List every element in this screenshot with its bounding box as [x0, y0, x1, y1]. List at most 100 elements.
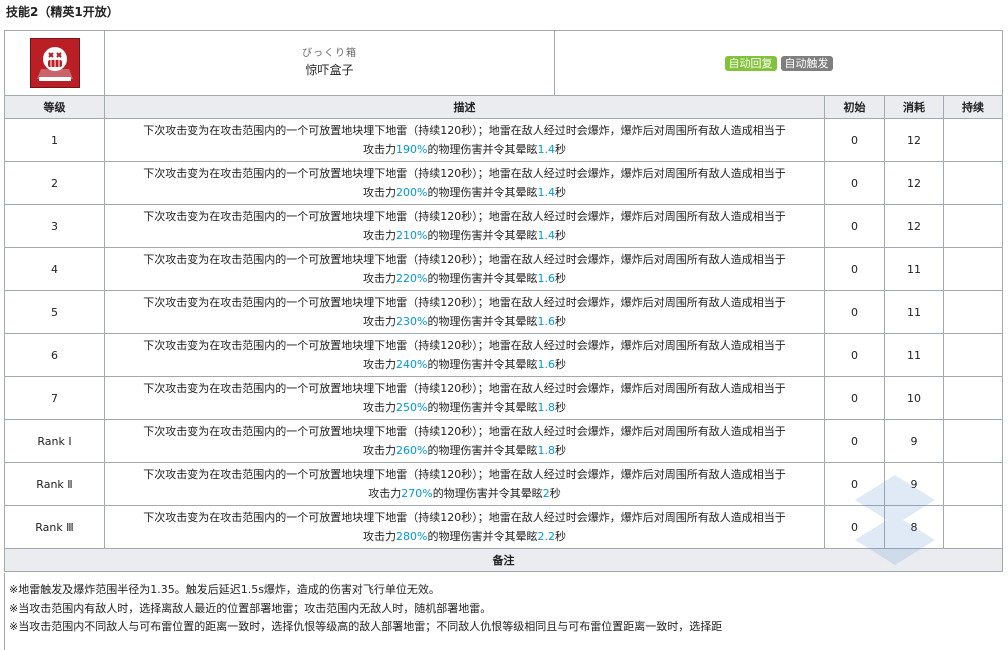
description-suffix: 秒	[549, 487, 561, 500]
level-cell: Rank Ⅰ	[4, 419, 105, 463]
atk-scale-value: 260%	[396, 444, 428, 457]
initial-sp-cell: 0	[824, 161, 885, 205]
atk-scale-value: 240%	[396, 358, 428, 371]
stun-duration-value: 1.4	[537, 143, 555, 156]
description-prefix: 攻击力	[363, 444, 397, 457]
col-level: 等级	[4, 95, 105, 119]
description-middle: 的物理伤害并令其晕眩	[427, 530, 538, 543]
atk-scale-value: 270%	[401, 487, 433, 500]
description-cell: 下次攻击变为在攻击范围内的一个可放置地块埋下地雷（持续120秒）；地雷在敌人经过…	[104, 376, 825, 420]
description-prefix: 攻击力	[363, 315, 397, 328]
stun-duration-value: 1.6	[537, 358, 555, 371]
stun-duration-value: 2.2	[537, 530, 555, 543]
initial-sp-cell: 0	[824, 419, 885, 463]
skill-name-cell: びっくり箱 惊吓盒子	[104, 30, 555, 96]
description-suffix: 秒	[554, 186, 566, 199]
description-prefix: 攻击力	[363, 186, 397, 199]
sp-cost-cell: 11	[884, 247, 944, 291]
stun-duration-value: 1.8	[537, 401, 555, 414]
sp-cost-cell: 10	[884, 376, 944, 420]
stun-duration-value: 1.8	[537, 444, 555, 457]
level-cell: 3	[4, 204, 105, 248]
initial-sp-cell: 0	[824, 204, 885, 248]
notes-block: ※地雷触发及爆炸范围半径为1.35。触发后延迟1.5s爆炸，造成的伤害对飞行单位…	[4, 573, 1002, 650]
col-duration: 持续	[943, 95, 1003, 119]
notes-header-row: 备注	[4, 548, 1003, 572]
atk-scale-value: 220%	[396, 272, 428, 285]
table-row: Rank Ⅱ 下次攻击变为在攻击范围内的一个可放置地块埋下地雷（持续120秒）；地…	[4, 462, 1003, 506]
skill-cn-name: 惊吓盒子	[305, 63, 354, 77]
description-line: 下次攻击变为在攻击范围内的一个可放置地块埋下地雷（持续120秒）；地雷在敌人经过…	[143, 124, 786, 137]
description-suffix: 秒	[554, 229, 566, 242]
description-line: 下次攻击变为在攻击范围内的一个可放置地块埋下地雷（持续120秒）；地雷在敌人经过…	[143, 167, 786, 180]
sp-cost-cell: 8	[884, 505, 944, 549]
level-cell: 4	[4, 247, 105, 291]
table-row: 2 下次攻击变为在攻击范围内的一个可放置地块埋下地雷（持续120秒）；地雷在敌人经…	[4, 161, 1003, 205]
level-cell: 1	[4, 118, 105, 162]
description-suffix: 秒	[554, 444, 566, 457]
table-row: 3 下次攻击变为在攻击范围内的一个可放置地块埋下地雷（持续120秒）；地雷在敌人经…	[4, 204, 1003, 248]
initial-sp-cell: 0	[824, 333, 885, 377]
description-line: 下次攻击变为在攻击范围内的一个可放置地块埋下地雷（持续120秒）；地雷在敌人经过…	[143, 468, 786, 481]
sp-cost-cell: 12	[884, 118, 944, 162]
sp-cost-cell: 9	[884, 419, 944, 463]
level-cell: Rank Ⅲ	[4, 505, 105, 549]
atk-scale-value: 210%	[396, 229, 428, 242]
skill-section-title: 技能2（精英1开放）	[6, 5, 119, 19]
initial-sp-cell: 0	[824, 290, 885, 334]
stun-duration-value: 2	[542, 487, 550, 500]
description-line: 下次攻击变为在攻击范围内的一个可放置地块埋下地雷（持续120秒）；地雷在敌人经过…	[143, 511, 786, 524]
initial-sp-cell: 0	[824, 376, 885, 420]
description-prefix: 攻击力	[363, 358, 397, 371]
description-line: 下次攻击变为在攻击范围内的一个可放置地块埋下地雷（持续120秒）；地雷在敌人经过…	[143, 425, 786, 438]
notes-header: 备注	[4, 548, 1003, 572]
description-cell: 下次攻击变为在攻击范围内的一个可放置地块埋下地雷（持续120秒）；地雷在敌人经过…	[104, 462, 825, 506]
note-line: ※当攻击范围内不同敌人与可布雷位置的距离一致时，选择仇恨等级高的敌人部署地雷；不…	[9, 620, 723, 633]
skill-jp-name: びっくり箱	[302, 48, 357, 59]
screaming-face-icon	[29, 38, 80, 88]
description-suffix: 秒	[554, 530, 566, 543]
initial-sp-cell: 0	[824, 118, 885, 162]
description-cell: 下次攻击变为在攻击范围内的一个可放置地块埋下地雷（持续120秒）；地雷在敌人经过…	[104, 419, 825, 463]
column-header-row: 等级 描述 初始 消耗 持续	[4, 95, 1003, 119]
skill-tags-cell: 自动回复 自动触发	[554, 30, 1003, 96]
skill-table: びっくり箱 惊吓盒子 自动回复 自动触发 等级 描述 初始 消耗 持续 1 下次攻击…	[4, 30, 1003, 572]
description-middle: 的物理伤害并令其晕眩	[427, 229, 538, 242]
table-row: 7 下次攻击变为在攻击范围内的一个可放置地块埋下地雷（持续120秒）；地雷在敌人经…	[4, 376, 1003, 420]
table-row: 5 下次攻击变为在攻击范围内的一个可放置地块埋下地雷（持续120秒）；地雷在敌人经…	[4, 290, 1003, 334]
level-cell: 5	[4, 290, 105, 334]
table-row: Rank Ⅰ 下次攻击变为在攻击范围内的一个可放置地块埋下地雷（持续120秒）；地…	[4, 419, 1003, 463]
duration-cell	[943, 462, 1003, 506]
stun-duration-value: 1.6	[537, 315, 555, 328]
initial-sp-cell: 0	[824, 462, 885, 506]
description-cell: 下次攻击变为在攻击范围内的一个可放置地块埋下地雷（持续120秒）；地雷在敌人经过…	[104, 247, 825, 291]
sp-cost-cell: 12	[884, 204, 944, 248]
atk-scale-value: 190%	[396, 143, 428, 156]
description-line: 下次攻击变为在攻击范围内的一个可放置地块埋下地雷（持续120秒）；地雷在敌人经过…	[143, 382, 786, 395]
note-line: ※地雷触发及爆炸范围半径为1.35。触发后延迟1.5s爆炸，造成的伤害对飞行单位…	[9, 583, 440, 596]
atk-scale-value: 230%	[396, 315, 428, 328]
table-row: 1 下次攻击变为在攻击范围内的一个可放置地块埋下地雷（持续120秒）；地雷在敌人经…	[4, 118, 1003, 162]
duration-cell	[943, 376, 1003, 420]
level-cell: 7	[4, 376, 105, 420]
duration-cell	[943, 505, 1003, 549]
level-cell: 6	[4, 333, 105, 377]
duration-cell	[943, 247, 1003, 291]
stun-duration-value: 1.4	[537, 229, 555, 242]
sp-cost-cell: 11	[884, 290, 944, 334]
description-suffix: 秒	[554, 315, 566, 328]
atk-scale-value: 200%	[396, 186, 428, 199]
description-middle: 的物理伤害并令其晕眩	[432, 487, 543, 500]
description-line: 下次攻击变为在攻击范围内的一个可放置地块埋下地雷（持续120秒）；地雷在敌人经过…	[143, 296, 786, 309]
description-cell: 下次攻击变为在攻击范围内的一个可放置地块埋下地雷（持续120秒）；地雷在敌人经过…	[104, 204, 825, 248]
atk-scale-value: 250%	[396, 401, 428, 414]
recovery-type-badge: 自动回复	[724, 55, 777, 71]
description-middle: 的物理伤害并令其晕眩	[427, 401, 538, 414]
atk-scale-value: 280%	[396, 530, 428, 543]
description-cell: 下次攻击变为在攻击范围内的一个可放置地块埋下地雷（持续120秒）；地雷在敌人经过…	[104, 161, 825, 205]
description-middle: 的物理伤害并令其晕眩	[427, 444, 538, 457]
col-initial: 初始	[824, 95, 885, 119]
sp-cost-cell: 9	[884, 462, 944, 506]
skill-icon-cell	[4, 30, 105, 96]
description-prefix: 攻击力	[363, 229, 397, 242]
